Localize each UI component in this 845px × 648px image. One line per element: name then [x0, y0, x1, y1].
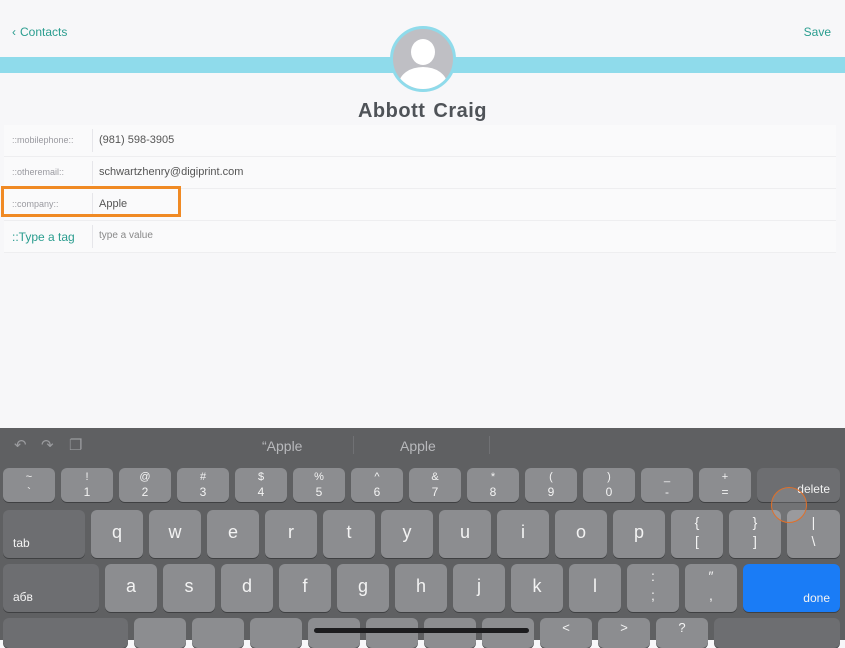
- last-name: Craig: [433, 100, 488, 122]
- key-w[interactable]: w: [149, 510, 201, 558]
- key-f[interactable]: f: [279, 564, 331, 612]
- avatar[interactable]: [390, 26, 456, 92]
- onscreen-keyboard: ↶ ↷ ❐ “Apple Apple ~ ` ! 1 @2 #3 $4 % 5 ^ 6 …: [0, 428, 845, 648]
- key-s[interactable]: s: [163, 564, 215, 612]
- field-value[interactable]: (981) 598-3905: [99, 134, 174, 146]
- key-i[interactable]: i: [497, 510, 549, 558]
- undo-icon[interactable]: ↶: [14, 436, 27, 454]
- key-c[interactable]: [250, 618, 302, 648]
- avatar-body-shape: [399, 67, 447, 89]
- key-o[interactable]: o: [555, 510, 607, 558]
- key-8[interactable]: * 8: [467, 468, 519, 502]
- field-row-mobilephone[interactable]: ::mobilephone:: (981) 598-3905: [4, 125, 836, 157]
- key-greater-than[interactable]: >: [598, 618, 650, 648]
- contact-header: ‹ Contacts Save Abbott Craig: [0, 0, 845, 130]
- suggestion-quoted[interactable]: “Apple: [262, 438, 302, 454]
- key-n[interactable]: [424, 618, 476, 648]
- field-value[interactable]: schwartzhenry@digiprint.com: [99, 166, 243, 178]
- back-button[interactable]: ‹ Contacts: [12, 25, 67, 39]
- first-name: Abbott: [357, 100, 426, 122]
- shift-key-right[interactable]: [714, 618, 840, 648]
- key-h[interactable]: h: [395, 564, 447, 612]
- key-equals[interactable]: + =: [699, 468, 751, 502]
- key-l[interactable]: l: [569, 564, 621, 612]
- key-9[interactable]: (9: [525, 468, 577, 502]
- key-right-brace[interactable]: }]: [729, 510, 781, 558]
- value-input[interactable]: type a value: [99, 230, 153, 241]
- key-e[interactable]: e: [207, 510, 259, 558]
- key-left-brace[interactable]: {[: [671, 510, 723, 558]
- key-1[interactable]: ! 1: [61, 468, 113, 502]
- home-indicator[interactable]: [314, 628, 529, 633]
- key-0[interactable]: ) 0: [583, 468, 635, 502]
- key-p[interactable]: p: [613, 510, 665, 558]
- key-v[interactable]: [308, 618, 360, 648]
- key-quote[interactable]: ″,: [685, 564, 737, 612]
- contact-name: Abbott Craig: [0, 100, 845, 123]
- key-4[interactable]: $4: [235, 468, 287, 502]
- avatar-head-shape: [411, 39, 435, 65]
- key-less-than[interactable]: <: [540, 618, 592, 648]
- tag-input[interactable]: ::Type a tag: [12, 230, 92, 244]
- key-x[interactable]: [192, 618, 244, 648]
- suggestion-word[interactable]: Apple: [400, 438, 436, 454]
- touch-indicator: [771, 487, 807, 523]
- key-semicolon[interactable]: :;: [627, 564, 679, 612]
- key-3[interactable]: #3: [177, 468, 229, 502]
- key-r[interactable]: r: [265, 510, 317, 558]
- key-6[interactable]: ^ 6: [351, 468, 403, 502]
- field-divider: [92, 161, 93, 184]
- key-grave[interactable]: ~ `: [3, 468, 55, 502]
- done-key[interactable]: done: [743, 564, 840, 612]
- redo-icon[interactable]: ↷: [41, 436, 54, 454]
- shift-key-left[interactable]: [3, 618, 128, 648]
- key-b[interactable]: [366, 618, 418, 648]
- key-g[interactable]: g: [337, 564, 389, 612]
- key-q[interactable]: q: [91, 510, 143, 558]
- highlight-box: [1, 186, 181, 217]
- back-label: Contacts: [20, 25, 68, 39]
- tab-key[interactable]: tab: [3, 510, 85, 558]
- key-m[interactable]: [482, 618, 534, 648]
- key-u[interactable]: u: [439, 510, 491, 558]
- field-row-otheremail[interactable]: ::otheremail:: schwartzhenry@digiprint.c…: [4, 157, 836, 189]
- key-z[interactable]: [134, 618, 186, 648]
- new-tag-row[interactable]: ::Type a tag type a value: [4, 221, 836, 253]
- save-button[interactable]: Save: [804, 25, 831, 39]
- key-y[interactable]: y: [381, 510, 433, 558]
- language-key[interactable]: абв: [3, 564, 99, 612]
- key-a[interactable]: a: [105, 564, 157, 612]
- key-d[interactable]: d: [221, 564, 273, 612]
- key-2[interactable]: @2: [119, 468, 171, 502]
- field-divider: [92, 225, 93, 248]
- keyboard-toolbar: ↶ ↷ ❐ “Apple Apple: [0, 428, 845, 462]
- key-minus[interactable]: _ -: [641, 468, 693, 502]
- key-j[interactable]: j: [453, 564, 505, 612]
- paste-icon[interactable]: ❐: [69, 436, 82, 454]
- key-t[interactable]: t: [323, 510, 375, 558]
- field-label: ::otheremail::: [12, 167, 65, 177]
- suggestion-divider: [489, 436, 490, 454]
- field-divider: [92, 129, 93, 152]
- key-7[interactable]: & 7: [409, 468, 461, 502]
- key-question[interactable]: ?: [656, 618, 708, 648]
- key-5[interactable]: % 5: [293, 468, 345, 502]
- key-k[interactable]: k: [511, 564, 563, 612]
- field-label: ::mobilephone::: [12, 135, 74, 145]
- chevron-left-icon: ‹: [12, 25, 16, 39]
- suggestion-divider: [353, 436, 354, 454]
